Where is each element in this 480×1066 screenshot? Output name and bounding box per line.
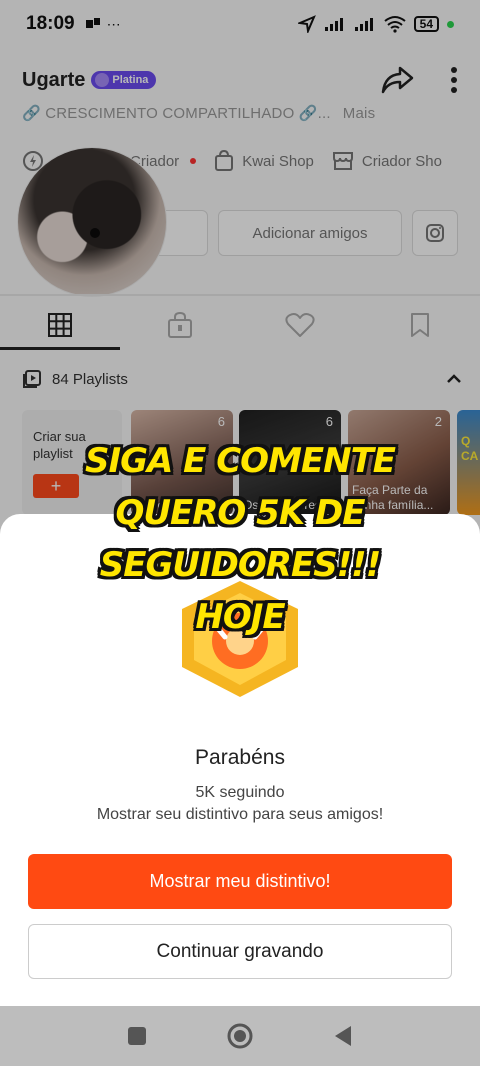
profile-page: 18:09 ⋯ 54 Ugarte Platina 🔗 CRESCIMENTO … (0, 0, 480, 1066)
sheet-title: Parabéns (195, 746, 285, 769)
back-icon[interactable] (333, 1025, 353, 1047)
overlay-caption: SIGA E COMENTE QUERO 5K DE SEGUIDORES!!!… (84, 441, 396, 637)
system-nav-bar (0, 1006, 480, 1066)
sheet-subtitle: 5K seguindo Mostrar seu distintivo para … (96, 784, 384, 823)
home-icon[interactable] (227, 1023, 253, 1049)
recents-icon[interactable] (127, 1026, 147, 1046)
continue-recording-button[interactable]: Continuar gravando (28, 924, 452, 979)
show-badge-button[interactable]: Mostrar meu distintivo! (28, 854, 452, 909)
